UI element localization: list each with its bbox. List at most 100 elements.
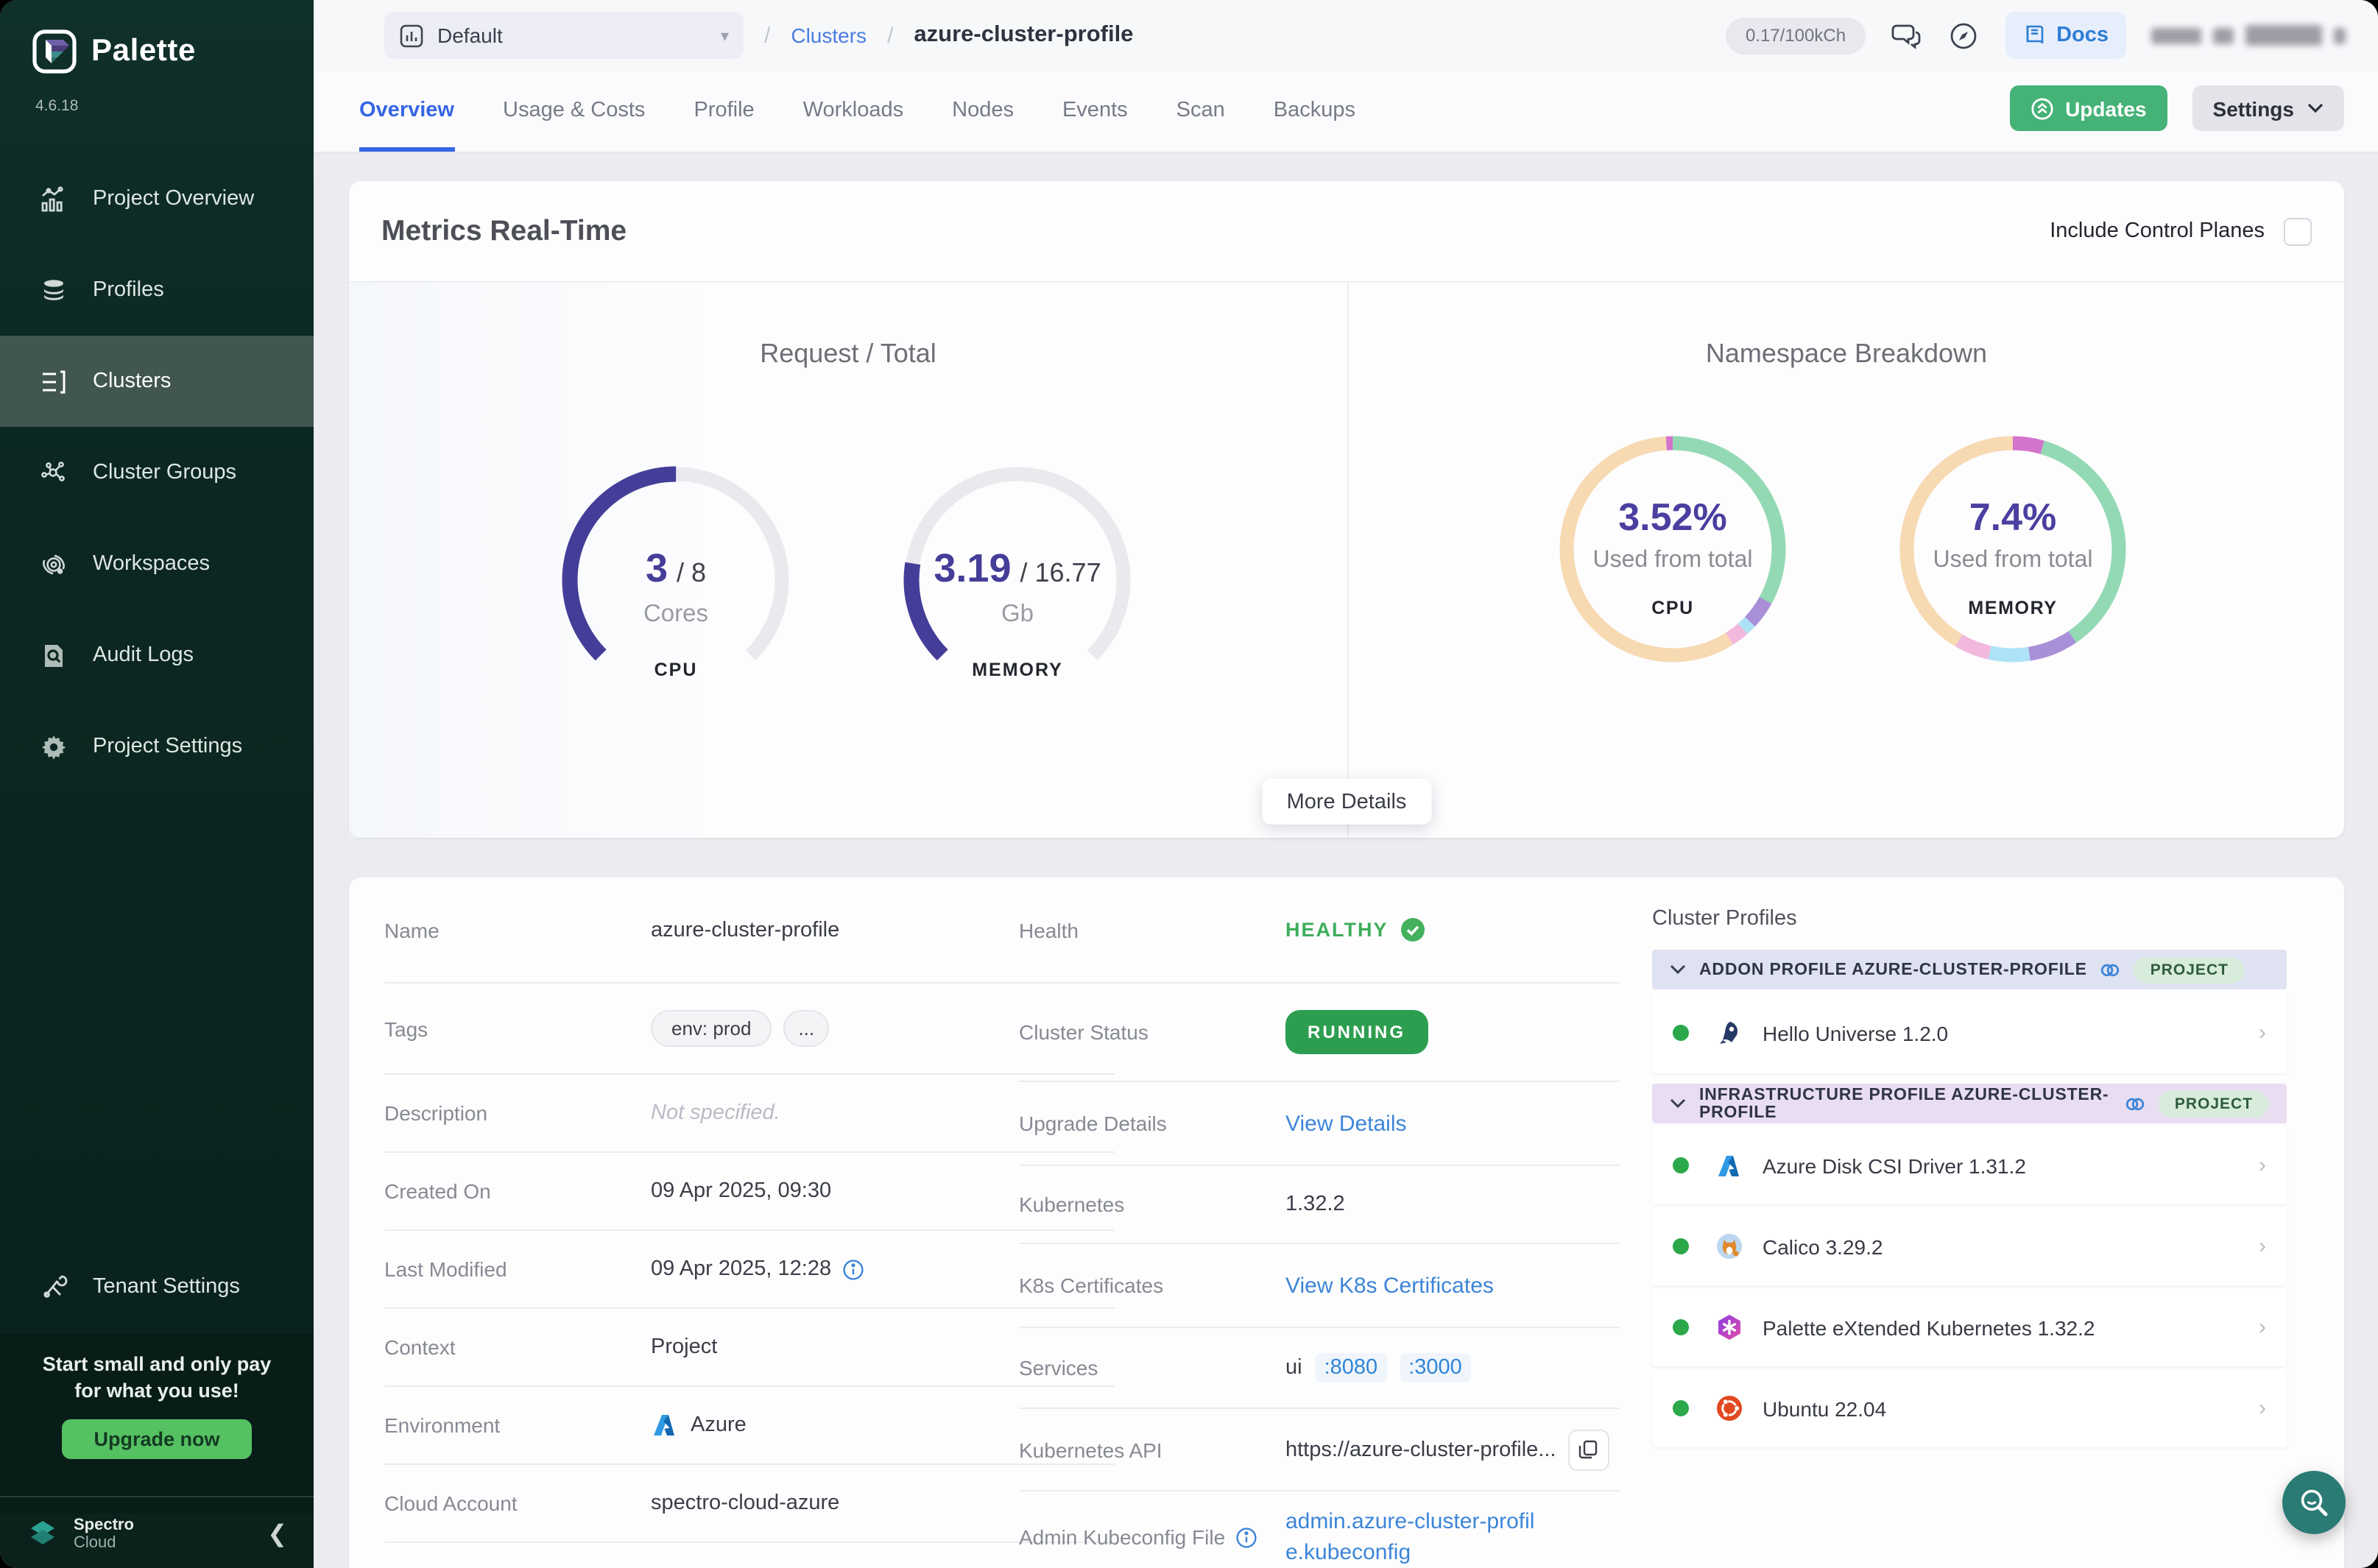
- chevron-right-icon: ›: [2259, 1315, 2266, 1340]
- tag-more[interactable]: ...: [783, 1010, 829, 1047]
- sidebar-item-label: Clusters: [93, 370, 171, 393]
- view-details-link[interactable]: View Details: [1285, 1111, 1407, 1136]
- project-overview-icon: [38, 184, 68, 213]
- breadcrumb-separator: /: [764, 23, 770, 48]
- info-icon[interactable]: [842, 1258, 864, 1280]
- status-dot: [1673, 1238, 1689, 1254]
- credits-badge: 0.17/100kCh: [1726, 17, 1865, 54]
- main-area: Default ▾ / Clusters / azure-cluster-pro…: [314, 0, 2378, 1568]
- sidebar-item-label: Project Overview: [93, 187, 254, 211]
- chevron-right-icon: ›: [2259, 1396, 2266, 1421]
- copy-icon[interactable]: [1568, 1429, 1609, 1470]
- chevron-down-icon: [1670, 1098, 1686, 1109]
- detail-row-cloud-account: Cloud Account spectro-cloud-azure: [384, 1465, 1115, 1543]
- status-dot: [1673, 1319, 1689, 1335]
- cluster-groups-icon: [38, 458, 68, 487]
- user-account-redacted[interactable]: [2151, 25, 2346, 46]
- app-version: 4.6.18: [0, 74, 314, 115]
- chevron-down-icon: [2307, 103, 2324, 113]
- profile-row-calico[interactable]: Calico 3.29.2 ›: [1652, 1207, 2287, 1285]
- profile-row-pxk[interactable]: Palette eXtended Kubernetes 1.32.2 ›: [1652, 1288, 2287, 1366]
- project-badge: PROJECT: [2134, 956, 2245, 983]
- namespace-breakdown-title: Namespace Breakdown: [1349, 339, 2344, 370]
- service-port-8080-link[interactable]: :8080: [1316, 1353, 1387, 1382]
- hello-universe-icon: [1714, 1018, 1743, 1048]
- sidebar-item-project-overview[interactable]: Project Overview: [0, 153, 314, 244]
- cluster-details-card: Name azure-cluster-profile Tags env: pro…: [349, 877, 2344, 1568]
- tab-events[interactable]: Events: [1062, 99, 1128, 152]
- memory-request-gauge: 3.19 / 16.77 Gb MEMORY: [892, 455, 1143, 705]
- kubeconfig-download-link[interactable]: admin.azure-cluster-profile.kubeconfig: [1285, 1506, 1543, 1568]
- compass-icon[interactable]: [1947, 19, 1980, 52]
- chevron-down-icon: ▾: [721, 26, 729, 45]
- cpu-request-value: 3: [646, 546, 668, 592]
- breadcrumb-clusters-link[interactable]: Clusters: [791, 24, 867, 47]
- sidebar-menu: Project Overview Profiles: [0, 153, 314, 792]
- include-control-planes-label: Include Control Planes: [2050, 219, 2265, 243]
- tab-backups[interactable]: Backups: [1274, 99, 1355, 152]
- ubuntu-icon: [1714, 1394, 1743, 1423]
- link-icon: [2100, 959, 2121, 980]
- last-modified-value: 09 Apr 2025, 12:28: [651, 1257, 831, 1281]
- updates-button[interactable]: Updates: [2009, 85, 2167, 131]
- tab-profile[interactable]: Profile: [694, 99, 754, 152]
- chevron-right-icon: ›: [2259, 1153, 2266, 1178]
- chevron-right-icon: ›: [2259, 1020, 2266, 1045]
- tab-workloads[interactable]: Workloads: [803, 99, 903, 152]
- sidebar-item-cluster-groups[interactable]: Cluster Groups: [0, 427, 314, 518]
- sidebar-item-tenant-settings[interactable]: Tenant Settings: [0, 1241, 314, 1332]
- tab-usage-costs[interactable]: Usage & Costs: [503, 99, 645, 152]
- infrastructure-profile-header[interactable]: INFRASTRUCTURE PROFILE AZURE-CLUSTER-PRO…: [1652, 1084, 2287, 1123]
- profile-row-hello-universe[interactable]: Hello Universe 1.2.0 ›: [1652, 992, 2287, 1073]
- docs-button[interactable]: Docs: [2005, 12, 2126, 59]
- sidebar-item-workspaces[interactable]: Workspaces: [0, 518, 314, 610]
- audit-logs-icon: [38, 640, 68, 670]
- memory-namespace-donut: 7.4% Used from total MEMORY: [1888, 424, 2138, 674]
- sidebar-item-clusters[interactable]: Clusters: [0, 336, 314, 427]
- include-control-planes-checkbox[interactable]: [2284, 217, 2312, 245]
- search-feedback-button[interactable]: [2282, 1471, 2346, 1534]
- cpu-request-unit: Cores: [551, 601, 801, 629]
- environment-value: Azure: [691, 1413, 747, 1437]
- workspaces-icon: [38, 549, 68, 579]
- service-port-3000-link[interactable]: :3000: [1400, 1353, 1471, 1382]
- azure-icon: [1714, 1151, 1743, 1180]
- tag-env-prod: env: prod: [651, 1010, 772, 1047]
- sidebar-item-label: Profiles: [93, 278, 164, 302]
- health-value: HEALTHY: [1285, 919, 1389, 941]
- tab-scan[interactable]: Scan: [1176, 99, 1225, 152]
- addon-profile-header[interactable]: ADDON PROFILE AZURE-CLUSTER-PROFILE PROJ…: [1652, 950, 2287, 989]
- detail-row-services: Services ui :8080 :3000: [1019, 1328, 1620, 1409]
- detail-row-status: Cluster Status RUNNING: [1019, 983, 1620, 1082]
- chevron-down-icon: [1670, 964, 1686, 975]
- detail-row-context: Context Project: [384, 1309, 1115, 1387]
- sidebar-item-audit-logs[interactable]: Audit Logs: [0, 610, 314, 701]
- sidebar-item-profiles[interactable]: Profiles: [0, 244, 314, 336]
- sidebar-item-project-settings[interactable]: Project Settings: [0, 701, 314, 792]
- upgrade-now-button[interactable]: Upgrade now: [61, 1419, 252, 1459]
- memory-namespace-subtitle: Used from total: [1888, 548, 2138, 574]
- cluster-profiles-panel: Cluster Profiles ADDON PROFILE AZURE-CLU…: [1652, 877, 2287, 1447]
- profile-row-azure-disk[interactable]: Azure Disk CSI Driver 1.31.2 ›: [1652, 1126, 2287, 1204]
- detail-row-kubeconfig: Admin Kubeconfig File admin.azure-cluste…: [1019, 1491, 1620, 1568]
- more-details-button[interactable]: More Details: [1262, 779, 1432, 824]
- created-on-value: 09 Apr 2025, 09:30: [651, 1179, 831, 1203]
- view-certificates-link[interactable]: View K8s Certificates: [1285, 1273, 1494, 1298]
- collapse-sidebar-icon[interactable]: ❮: [267, 1519, 287, 1548]
- tab-nodes[interactable]: Nodes: [952, 99, 1014, 152]
- detail-row-api: Kubernetes API https://azure-cluster-pro…: [1019, 1409, 1620, 1491]
- detail-row-environment: Environment Azure: [384, 1387, 1115, 1465]
- chat-icon[interactable]: [1890, 19, 1922, 52]
- profile-row-ubuntu[interactable]: Ubuntu 22.04 ›: [1652, 1369, 2287, 1447]
- sidebar-item-label: Workspaces: [93, 552, 210, 576]
- magnifier-smile-icon: [2296, 1485, 2332, 1520]
- spectro-cloud-name: Spectro Cloud: [74, 1516, 134, 1551]
- azure-icon: [651, 1412, 677, 1438]
- tab-overview[interactable]: Overview: [359, 99, 454, 152]
- screen: Palette 4.6.18 Project Overview: [0, 0, 2378, 1568]
- workspace-selector[interactable]: Default ▾: [384, 12, 744, 59]
- memory-namespace-percent: 7.4%: [1888, 495, 2138, 540]
- settings-button[interactable]: Settings: [2192, 85, 2344, 131]
- info-icon[interactable]: [1235, 1526, 1257, 1548]
- promo-text: Start small and only pay for what you us…: [43, 1352, 272, 1405]
